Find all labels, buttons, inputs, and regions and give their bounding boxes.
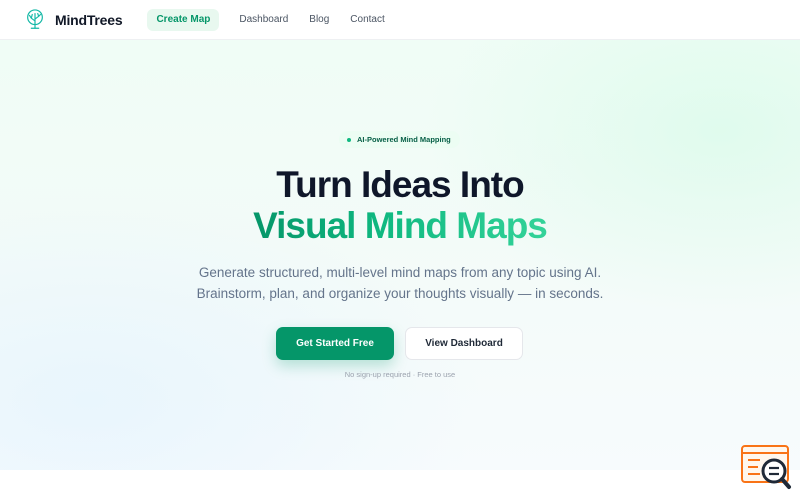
- footer-strip: [0, 470, 800, 500]
- tree-icon: [27, 8, 43, 29]
- badge-dot-icon: [347, 137, 351, 142]
- hero-note: No sign-up required · Free to use: [344, 370, 456, 379]
- nav-links: Create Map Dashboard Blog Contact: [147, 8, 385, 31]
- hero-headline-accent: Visual Mind Maps: [0, 206, 800, 246]
- hero-subtext-line2: Brainstorm, plan, and organize your thou…: [196, 286, 604, 301]
- hero-badge: AI-Powered Mind Mapping: [339, 131, 460, 148]
- get-started-button[interactable]: Get Started Free: [276, 327, 394, 360]
- hero-subtext: Generate structured, multi-level mind ma…: [0, 262, 800, 304]
- badge-text: AI-Powered Mind Mapping: [357, 135, 451, 144]
- hero-headline-accent-text: Visual Mind Maps: [253, 205, 548, 246]
- search-help-icon[interactable]: [740, 444, 792, 490]
- navbar: MindTrees Create Map Dashboard Blog Cont…: [0, 0, 800, 40]
- hero-background: [0, 40, 800, 470]
- hero-headline: Turn Ideas Into: [276, 164, 524, 205]
- nav-link-dashboard[interactable]: Dashboard: [239, 14, 288, 25]
- brand-name: MindTrees: [55, 11, 123, 28]
- nav-link-contact[interactable]: Contact: [350, 14, 384, 25]
- view-dashboard-button[interactable]: View Dashboard: [405, 327, 523, 360]
- hero-subtext-line1: Generate structured, multi-level mind ma…: [198, 265, 602, 280]
- create-map-button[interactable]: Create Map: [147, 8, 220, 31]
- nav-link-blog[interactable]: Blog: [309, 14, 329, 25]
- brand-link[interactable]: MindTrees: [24, 8, 123, 31]
